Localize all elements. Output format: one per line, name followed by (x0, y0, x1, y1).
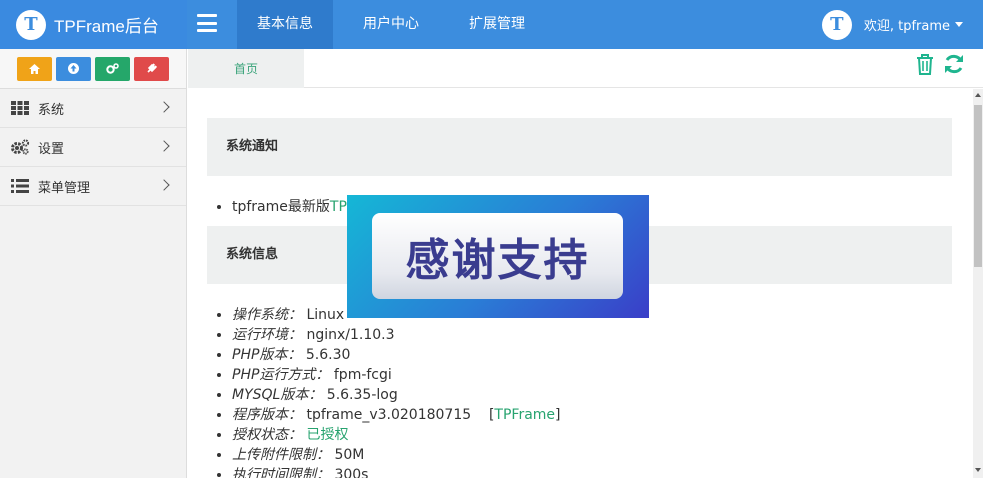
caret-down-icon (955, 22, 963, 27)
tab-home[interactable]: 首页 (188, 49, 304, 88)
info-key: PHP运行方式： (232, 367, 330, 383)
quick-plugin-button[interactable] (134, 56, 169, 81)
info-key: 上传附件限制： (232, 447, 330, 463)
info-key: 程序版本： (232, 407, 302, 423)
quick-settings-button[interactable] (95, 56, 130, 81)
info-value: Linux (306, 307, 345, 323)
info-key: MYSQL版本： (232, 387, 323, 403)
license-status: 已授权 (306, 427, 349, 443)
refresh-icon[interactable] (943, 53, 965, 81)
sidebar-item-system[interactable]: 系统 (0, 89, 186, 128)
top-bar: T TPFrame后台 基本信息 用户中心 扩展管理 T 欢迎, tpframe (0, 0, 983, 49)
notice-panel-title: 系统通知 (207, 118, 952, 176)
quick-buttons (0, 49, 186, 89)
notice-text: tpframe最新版 (232, 199, 330, 215)
list-item: 授权状态： 已授权 (232, 425, 561, 445)
quick-home-button[interactable] (17, 56, 52, 81)
chevron-right-icon (158, 101, 170, 113)
list-item: 运行环境： nginx/1.10.3 (232, 325, 561, 345)
list-item: tpframe最新版TP (232, 197, 347, 217)
info-value: 5.6.35-log (326, 387, 398, 403)
sidebar-item-label: 菜单管理 (38, 180, 91, 196)
info-key: 运行环境： (232, 327, 302, 343)
info-key: 操作系统： (232, 307, 302, 323)
tpframe-link[interactable]: TPFrame (494, 407, 555, 423)
info-value: nginx/1.10.3 (306, 327, 395, 343)
chevron-right-icon (158, 140, 170, 152)
info-value: fpm-fcgi (333, 367, 392, 383)
avatar: T (821, 9, 852, 40)
quick-upload-button[interactable] (56, 56, 91, 81)
sidebar-item-label: 系统 (38, 102, 65, 118)
notice-link[interactable]: TP (330, 199, 347, 215)
list-item: MYSQL版本： 5.6.35-log (232, 385, 561, 405)
list-item: PHP版本： 5.6.30 (232, 345, 561, 365)
info-value: 5.6.30 (305, 347, 351, 363)
sysinfo-list: 操作系统： Linux 运行环境： nginx/1.10.3 PHP版本： 5.… (232, 305, 561, 478)
list-item: 上传附件限制： 50M (232, 445, 561, 465)
info-value: tpframe_v3.020180715 (306, 407, 472, 423)
list-icon (10, 178, 30, 194)
user-menu[interactable]: T 欢迎, tpframe (821, 0, 963, 49)
scroll-down-icon[interactable] (975, 468, 981, 472)
nav-item-extension-management[interactable]: 扩展管理 (449, 0, 545, 49)
gears-icon (106, 63, 119, 74)
sidebar-item-menu-management[interactable]: 菜单管理 (0, 167, 186, 206)
info-key: 授权状态： (232, 427, 302, 443)
list-item: 程序版本： tpframe_v3.020180715 [TPFrame] (232, 405, 561, 425)
info-key: PHP版本： (232, 347, 302, 363)
top-nav: 基本信息 用户中心 扩展管理 (237, 0, 555, 49)
brand-title: TPFrame后台 (54, 17, 159, 36)
sidebar-item-settings[interactable]: 设置 (0, 128, 186, 167)
menu-toggle-icon[interactable] (197, 14, 217, 32)
nav-item-user-center[interactable]: 用户中心 (343, 0, 439, 49)
thanks-banner-text: 感谢支持 (372, 213, 623, 299)
info-key: 执行时间限制： (232, 467, 330, 478)
scroll-up-icon[interactable] (975, 93, 981, 97)
tab-tools (915, 53, 965, 81)
user-greeting: 欢迎, tpframe (863, 19, 950, 34)
brand[interactable]: T TPFrame后台 (0, 0, 187, 49)
scroll-thumb[interactable] (974, 105, 982, 267)
gear-icon (10, 139, 30, 155)
list-item: PHP运行方式： fpm-fcgi (232, 365, 561, 385)
brand-logo-icon: T (16, 9, 46, 40)
tab-bar: 首页 (188, 49, 983, 88)
content-scrollbar[interactable] (973, 89, 983, 478)
thanks-banner: 感谢支持 (347, 195, 649, 318)
info-value: 300s (334, 467, 369, 478)
plug-icon (147, 63, 157, 73)
home-icon (29, 63, 40, 74)
sidebar-item-label: 设置 (38, 141, 65, 157)
info-value: 50M (334, 447, 365, 463)
upload-icon (68, 63, 79, 74)
sidebar: 系统 设置 菜单管理 (0, 49, 187, 478)
notice-list: tpframe最新版TP (232, 197, 347, 217)
trash-icon[interactable] (915, 53, 935, 81)
chevron-right-icon (158, 179, 170, 191)
nav-item-basic-info[interactable]: 基本信息 (237, 0, 333, 49)
list-item: 执行时间限制： 300s (232, 465, 561, 478)
grid-icon (10, 100, 30, 116)
